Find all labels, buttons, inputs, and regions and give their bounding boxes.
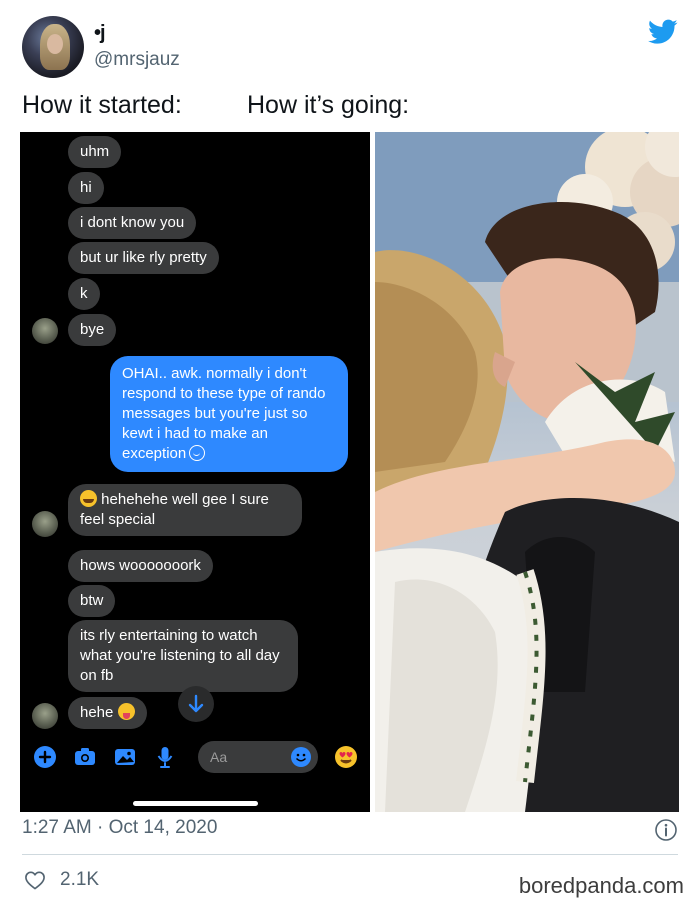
caption-how-it-started: How it started: xyxy=(22,91,182,119)
scroll-down-button[interactable] xyxy=(178,686,214,722)
message-bubble: hehehehe well gee I sure feel special xyxy=(68,484,302,536)
message-bubble: but ur like rly pretty xyxy=(68,242,219,274)
wedding-photo-illustration xyxy=(375,132,679,812)
message-bubble: btw xyxy=(68,585,116,617)
heart-icon[interactable] xyxy=(24,870,46,890)
smiley-icon[interactable] xyxy=(290,746,312,768)
image-icon[interactable] xyxy=(114,746,136,768)
sent-message-bubble: OHAI.. awk. normally i don't respond to … xyxy=(110,356,348,472)
footer-divider xyxy=(22,854,678,855)
seen-smiley-icon xyxy=(189,445,206,461)
caption-how-its-going: How it’s going: xyxy=(247,91,410,119)
message-text: hehehehe well gee I sure feel special xyxy=(80,491,269,528)
camera-icon[interactable] xyxy=(74,746,96,768)
sender-avatar xyxy=(32,511,58,537)
info-icon[interactable] xyxy=(654,818,678,842)
message-bubble: hi xyxy=(68,172,104,204)
message-bubble: k xyxy=(68,278,100,310)
user-handle[interactable]: @mrsjauz xyxy=(94,49,180,71)
display-name[interactable]: •j xyxy=(94,22,106,45)
message-bubble: hehe xyxy=(68,697,147,729)
tweet-timestamp[interactable]: 1:27 AM · Oct 14, 2020 xyxy=(22,817,217,839)
message-composer: Aa xyxy=(20,735,370,779)
twitter-logo[interactable] xyxy=(648,19,678,45)
watermark: boredpanda.com xyxy=(518,873,684,898)
message-bubble: bye xyxy=(68,314,117,346)
heart-eyes-emoji-icon[interactable] xyxy=(334,745,358,769)
message-text: hehe xyxy=(80,704,114,721)
tongue-emoji-icon xyxy=(117,703,135,720)
plus-icon[interactable] xyxy=(34,746,56,768)
message-bubble: its rly entertaining to watch what you'r… xyxy=(68,620,298,692)
arrow-down-icon xyxy=(188,694,204,713)
message-bubble: uhm xyxy=(68,136,122,168)
sender-avatar xyxy=(32,703,58,729)
grinning-emoji-icon xyxy=(80,490,97,507)
message-bubble: i dont know you xyxy=(68,207,197,239)
like-count[interactable]: 2.1K xyxy=(60,869,99,891)
sent-message-text: OHAI.. awk. normally i don't respond to … xyxy=(122,365,326,462)
home-indicator xyxy=(133,801,258,806)
message-input[interactable]: Aa xyxy=(198,741,318,773)
chat-screenshot[interactable]: uhm hi i dont know you but ur like rly p… xyxy=(20,132,370,812)
sender-avatar xyxy=(32,318,58,344)
avatar-face xyxy=(47,34,63,54)
microphone-icon[interactable] xyxy=(154,746,176,768)
input-placeholder: Aa xyxy=(210,749,228,765)
wedding-kiss-photo[interactable] xyxy=(375,132,679,812)
profile-avatar[interactable] xyxy=(22,16,84,78)
message-bubble: hows wooooooork xyxy=(68,550,213,582)
